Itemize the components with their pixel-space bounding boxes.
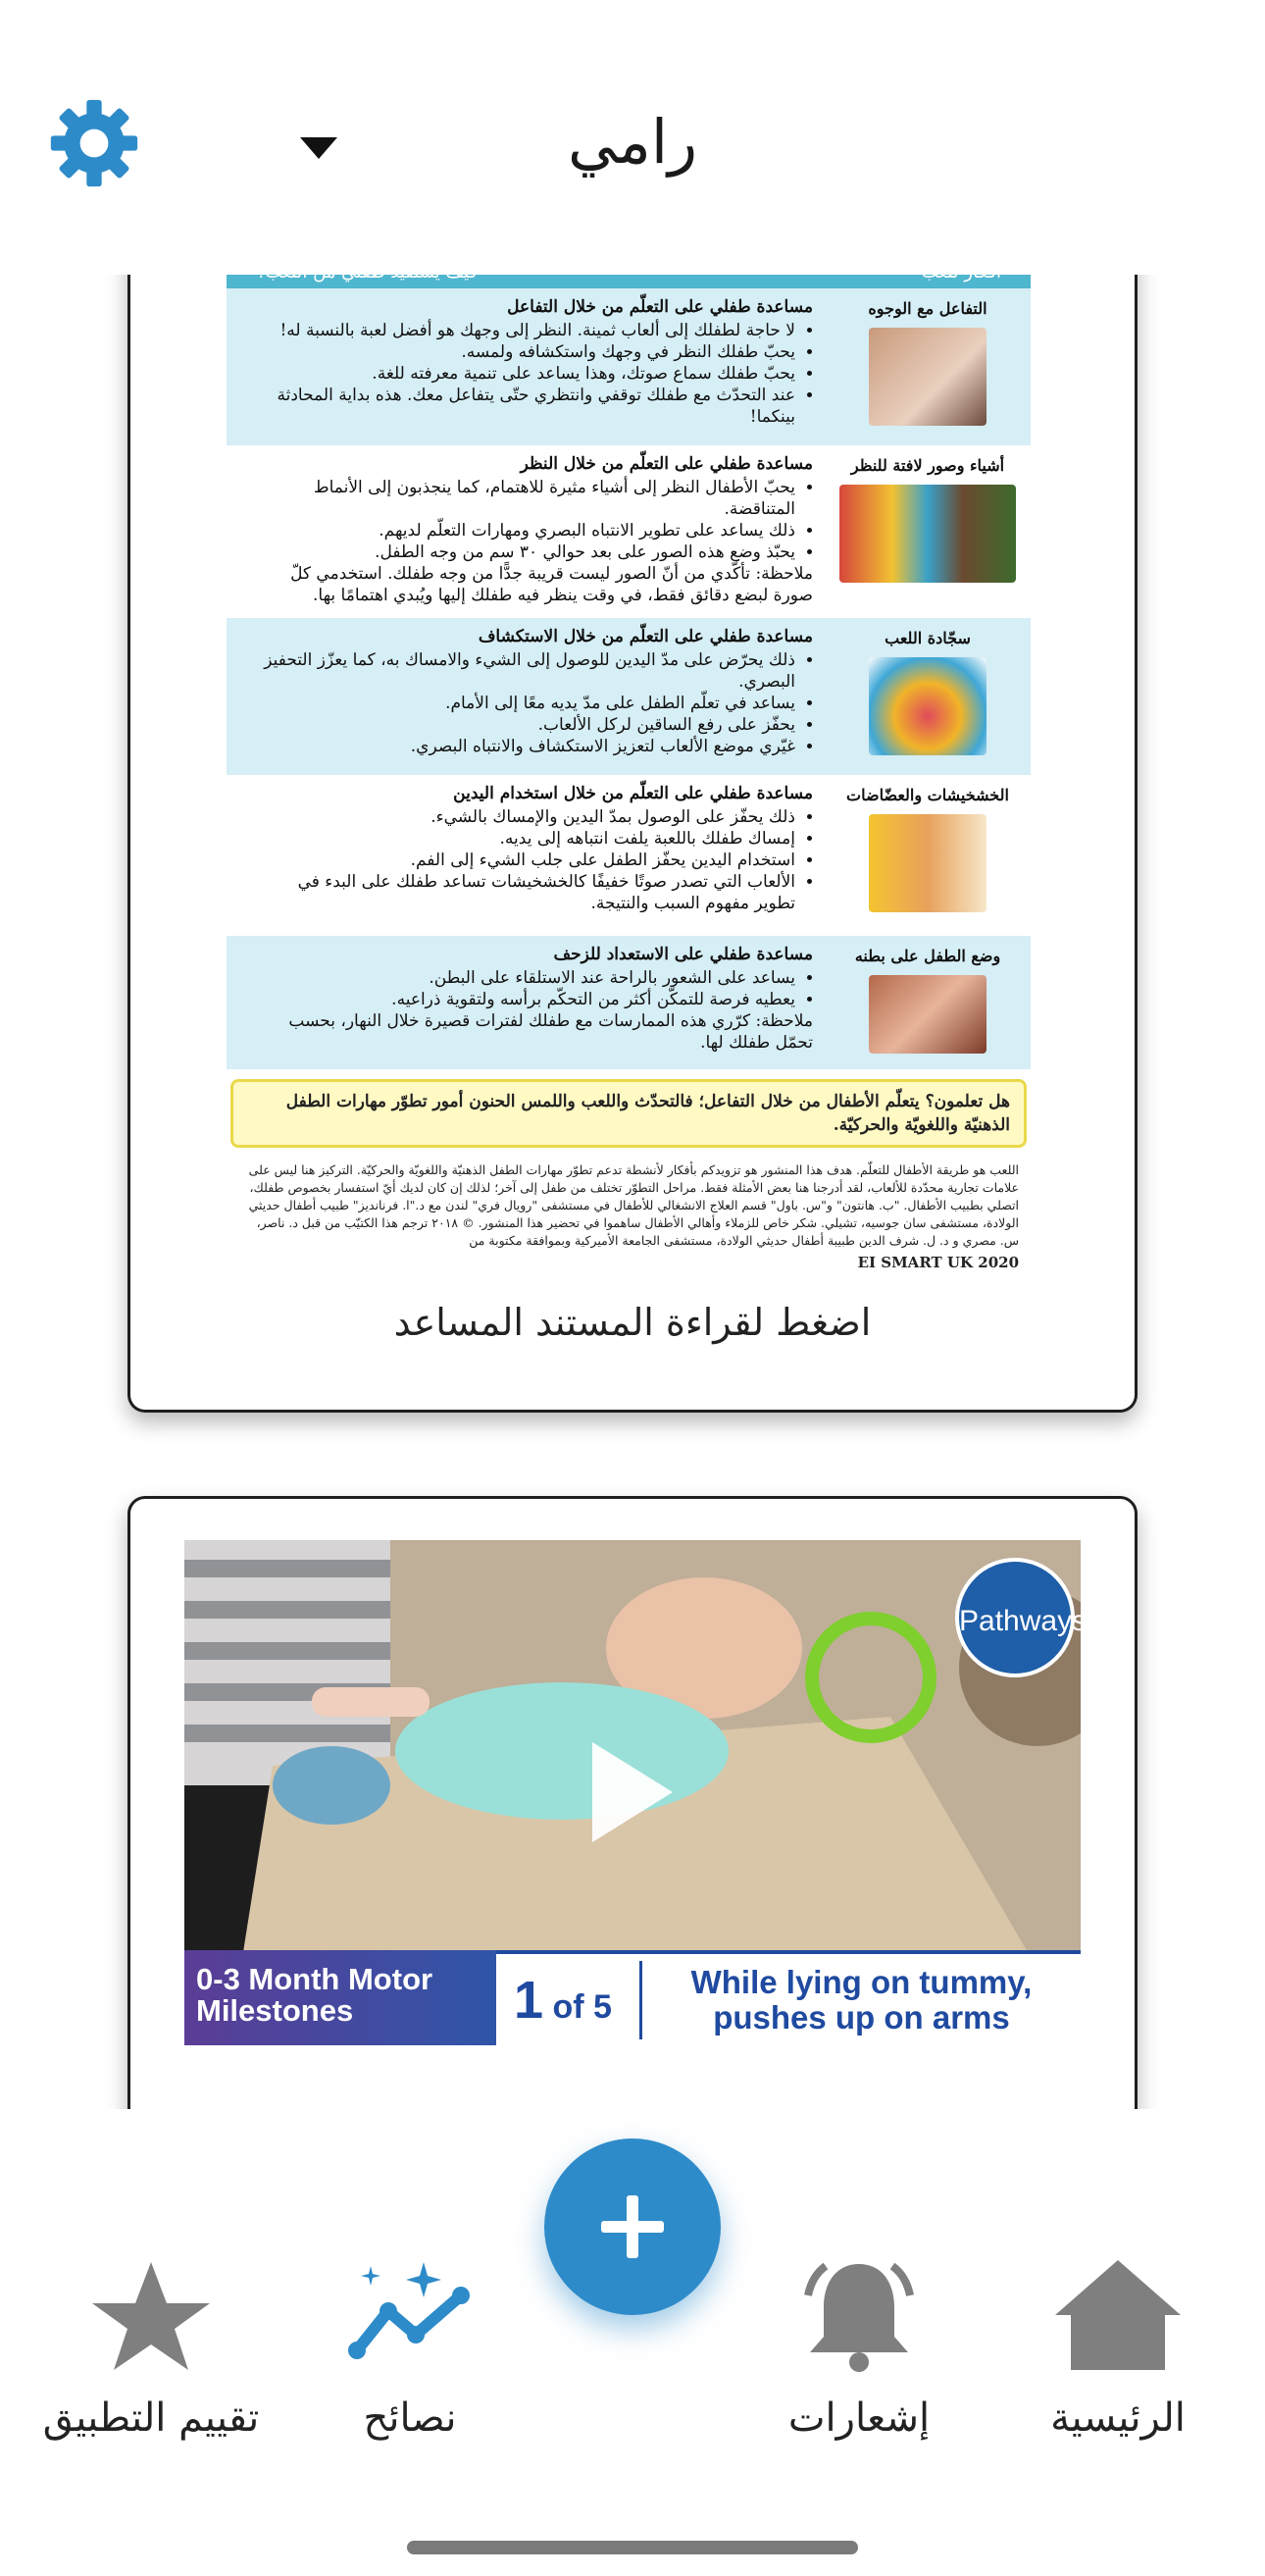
nav-item-home[interactable]: الرئيسية — [981, 2256, 1255, 2441]
row-bullet: استخدام اليدين يحفّز الطفل على جلب الشيء… — [256, 850, 795, 871]
row-label: أشياء وصور لافتة للنظر — [850, 456, 1005, 475]
mother-baby-photo — [869, 328, 987, 426]
play-mat-photo — [869, 657, 987, 755]
nav-label: نصائح — [363, 2396, 457, 2441]
row-title: مساعدة طفلي على التعلّم من خلال استخدام … — [453, 784, 813, 803]
row-bullet: ذلك يحرّض على مدّ اليدين للوصول إلى الشي… — [256, 649, 795, 693]
row-bullet: عند التحدّث مع طفلك توقفي وانتظري حتّى ي… — [256, 385, 795, 428]
milestone-description: While lying on tummy, pushes up on arms — [690, 1963, 1033, 2035]
header-left: كيف يستفيد طفلي من اللعب؟ — [256, 275, 478, 283]
home-indicator[interactable] — [407, 2541, 858, 2554]
document-row: وضع الطفل على بطنه مساعدة طفلي على الاست… — [227, 936, 1031, 1069]
video-banner: 0-3 Month Motor Milestones 1 of 5 While … — [184, 1950, 1081, 2045]
document-row: الخشخيشات والعضّاضات مساعدة طفلي على الت… — [227, 775, 1031, 936]
play-icon[interactable] — [588, 1738, 677, 1846]
home-icon — [1055, 2260, 1181, 2370]
video-card[interactable]: Pathways 0-3 Month Motor Milestones 1 of… — [127, 1496, 1138, 2109]
document-signature: EI SMART UK 2020 — [857, 1254, 1019, 1271]
row-title: مساعدة طفلي على التعلّم من خلال الاستكشا… — [478, 627, 813, 646]
read-document-caption[interactable]: اضغط لقراءة المستند المساعد — [130, 1301, 1135, 1344]
contrast-cards-photo — [839, 485, 1016, 583]
plus-icon — [601, 2195, 664, 2258]
row-bullet: الألعاب التي تصدر صوتًا خفيفًا كالخشخيشا… — [256, 871, 795, 914]
row-label: الخشخيشات والعضّاضات — [846, 786, 1009, 804]
row-bullet: يحبّ طفلك سماع صوتك، وهذا يساعد على تنمي… — [256, 363, 795, 385]
row-bullet: ذلك يساعد على تطوير الانتباه البصري ومها… — [256, 520, 795, 541]
row-label: التفاعل مع الوجوه — [868, 299, 987, 318]
bell-icon — [804, 2262, 914, 2372]
row-bullet: إمساك طفلك باللعبة يلفت انتباهه إلى يديه… — [256, 828, 795, 850]
video-count: 1 of 5 — [496, 1970, 639, 2031]
row-bullet: يساعد على الشعور بالراحة عند الاستلقاء ع… — [256, 967, 795, 989]
document-preview: أفكار للعب كيف يستفيد طفلي من اللعب؟ الت… — [227, 275, 1031, 1275]
nav-label: تقييم التطبيق — [42, 2396, 260, 2441]
row-bullet: ذلك يحفّز على الوصول بمدّ اليدين والإمسا… — [256, 806, 795, 828]
bottom-nav: الرئيسية إشعارات نصائح تقييم التطبيق — [0, 2109, 1265, 2576]
document-row: سجّادة اللعب مساعدة طفلي على التعلّم من … — [227, 618, 1031, 775]
video-thumbnail[interactable]: Pathways 0-3 Month Motor Milestones 1 of… — [184, 1540, 1081, 2045]
star-icon — [92, 2262, 210, 2370]
rattle-teether-photo — [869, 814, 987, 912]
row-bullet: يحفّز على رفع الساقين لركل الألعاب. — [256, 714, 795, 736]
row-bullet: غيّري موضع الألعاب لتعزيز الاستكشاف والا… — [256, 736, 795, 757]
did-you-know-box: هل تعلمون؟ يتعلّم الأطفال من خلال التفاع… — [230, 1079, 1027, 1148]
profile-name[interactable]: رامي — [0, 106, 1265, 178]
add-button[interactable] — [544, 2138, 721, 2315]
document-footer-text: اللعب هو طريقة الأطفال للتعلّم. هدف هذا … — [248, 1162, 1019, 1248]
row-label: سجّادة اللعب — [885, 629, 971, 647]
nav-label: إشعارات — [787, 2396, 931, 2441]
milestone-range: 0-3 Month Motor Milestones — [184, 1950, 496, 2045]
nav-item-tips[interactable]: نصائح — [273, 2256, 547, 2441]
trend-sparkle-icon — [348, 2262, 470, 2359]
row-title: مساعدة طفلي على الاستعداد للزحف — [553, 945, 813, 964]
app-header: رامي — [0, 0, 1265, 275]
nav-item-notifications[interactable]: إشعارات — [722, 2256, 996, 2441]
row-note: ملاحظة: كرّري هذه الممارسات مع طفلك لفتر… — [288, 1011, 813, 1053]
row-bullet: يحبّ طفلك النظر في وجهك واستكشافه ولمسه. — [256, 341, 795, 363]
row-bullet: يعطيه فرصة للتمكّن أكثر من التحكّم برأسه… — [256, 989, 795, 1010]
row-bullet: لا حاجة لطفلك إلى ألعاب ثمينة. النظر إلى… — [256, 320, 795, 341]
row-title: مساعدة طفلي على التعلّم من خلال النظر — [520, 454, 813, 474]
header-right: أفكار للعب — [922, 275, 1001, 283]
row-title: مساعدة طفلي على التعلّم من خلال التفاعل — [507, 297, 813, 317]
row-bullet: يساعد في تعلّم الطفل على مدّ يديه معًا إ… — [256, 693, 795, 714]
tummy-time-photo — [869, 975, 987, 1054]
row-bullet: يحبّذ وضع هذه الصور على بعد حوالي ٣٠ سم … — [256, 541, 795, 563]
video-count-number: 1 — [514, 1970, 544, 2030]
row-label: وضع الطفل على بطنه — [854, 947, 1001, 965]
content-feed[interactable]: أفكار للعب كيف يستفيد طفلي من اللعب؟ الت… — [0, 275, 1265, 2109]
document-row: أشياء وصور لافتة للنظر مساعدة طفلي على ا… — [227, 445, 1031, 618]
row-note: ملاحظة: تأكّدي من أنّ الصور ليست قريبة ج… — [290, 564, 813, 605]
nav-item-rate-app[interactable]: تقييم التطبيق — [14, 2256, 288, 2441]
nav-label: الرئيسية — [1050, 2396, 1186, 2441]
pathways-logo: Pathways — [955, 1558, 1081, 1677]
document-row: التفاعل مع الوجوه مساعدة طفلي على التعلّ… — [227, 288, 1031, 445]
video-count-total: of 5 — [552, 1987, 612, 2026]
document-table-header: أفكار للعب كيف يستفيد طفلي من اللعب؟ — [227, 275, 1031, 288]
document-card[interactable]: أفكار للعب كيف يستفيد طفلي من اللعب؟ الت… — [127, 275, 1138, 1413]
row-bullet: يحبّ الأطفال النظر إلى أشياء مثيرة للاهت… — [256, 477, 795, 520]
